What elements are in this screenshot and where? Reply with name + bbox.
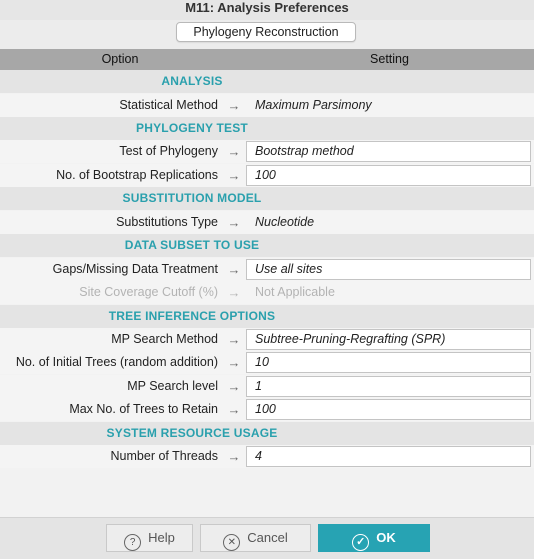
option-label: Substitutions Type xyxy=(116,214,218,229)
help-button[interactable]: ? Help xyxy=(106,524,193,552)
option-label: MP Search Method xyxy=(111,331,218,346)
setting-value: Not Applicable xyxy=(255,285,335,299)
arrow-right-icon: → xyxy=(227,261,241,277)
option-label: Gaps/Missing Data Treatment xyxy=(52,261,218,276)
option-label: No. of Bootstrap Replications xyxy=(56,167,218,182)
option-row: Gaps/Missing Data Treatment → Use all site… xyxy=(0,257,534,281)
cancel-button-label: Cancel xyxy=(247,530,288,545)
option-row: Max No. of Trees to Retain → 100 xyxy=(0,398,534,422)
setting-value: Nucleotide xyxy=(255,214,315,229)
help-icon: ? xyxy=(124,534,142,551)
option-row: No. of Bootstrap Replications → 100 xyxy=(0,163,534,187)
option-label: Max No. of Trees to Retain xyxy=(69,402,218,417)
option-label: MP Search level xyxy=(127,378,218,393)
setting-field[interactable]: 100 xyxy=(246,399,531,421)
option-row: Site Coverage Cutoff (%) → Not Applicable xyxy=(0,281,534,304)
tab-phylogeny-reconstruction[interactable]: Phylogeny Reconstruction xyxy=(176,22,356,42)
option-row: Number of Threads → 4 xyxy=(0,445,534,469)
option-row: Statistical Method → Maximum Parsimony xyxy=(0,93,534,117)
section-header: PHYLOGENY TEST xyxy=(0,116,534,140)
option-row: Substitutions Type → Nucleotide xyxy=(0,210,534,234)
arrow-right-icon: → xyxy=(227,214,241,230)
setting-value: Subtree-Pruning-Regrafting (SPR) xyxy=(255,331,446,346)
checkmark-icon: ✓ xyxy=(352,534,370,551)
dialog-footer: ? Help ✕ Cancel ✓ OK xyxy=(0,517,534,559)
option-row: Test of Phylogeny → Bootstrap method xyxy=(0,140,534,164)
section-label: SYSTEM RESOURCE USAGE xyxy=(106,425,278,440)
option-row: No. of Initial Trees (random addition) → 1… xyxy=(0,351,534,375)
setting-value: Bootstrap method xyxy=(255,144,354,159)
option-label: Number of Threads xyxy=(110,449,218,464)
section-label: PHYLOGENY TEST xyxy=(136,120,248,135)
setting-field[interactable]: 10 xyxy=(246,352,531,374)
ok-button-label: OK xyxy=(376,530,396,545)
section-label: ANALYSIS xyxy=(161,74,223,88)
setting-field[interactable]: Subtree-Pruning-Regrafting (SPR) xyxy=(246,328,531,350)
option-label: Statistical Method xyxy=(119,97,218,112)
arrow-right-icon: → xyxy=(227,402,241,418)
help-button-label: Help xyxy=(148,530,175,545)
setting-column-header: Setting xyxy=(370,52,409,66)
option-column-header: Option xyxy=(101,52,139,66)
option-label: Test of Phylogeny xyxy=(119,144,218,159)
section-header: SUBSTITUTION MODEL xyxy=(0,187,534,211)
section-label: DATA SUBSET TO USE xyxy=(124,238,260,253)
ok-button[interactable]: ✓ OK xyxy=(318,524,430,552)
option-row: MP Search level → 1 xyxy=(0,374,534,398)
cancel-icon: ✕ xyxy=(223,534,241,551)
option-label: No. of Initial Trees (random addition) xyxy=(15,355,218,370)
setting-value: 100 xyxy=(255,402,276,417)
setting-value: Maximum Parsimony xyxy=(255,97,372,112)
arrow-right-icon: → xyxy=(227,378,241,394)
section-header: DATA SUBSET TO USE xyxy=(0,234,534,258)
arrow-right-icon: → xyxy=(227,144,241,160)
section-label: SUBSTITUTION MODEL xyxy=(122,191,262,206)
setting-field[interactable]: Bootstrap method xyxy=(246,141,531,163)
arrow-right-icon: → xyxy=(227,355,241,371)
cancel-button[interactable]: ✕ Cancel xyxy=(200,524,311,552)
window-title: M11: Analysis Preferences xyxy=(0,0,534,20)
setting-field[interactable]: Use all sites xyxy=(246,258,531,280)
setting-value: 10 xyxy=(255,355,269,370)
setting-field[interactable]: 4 xyxy=(246,446,531,468)
arrow-right-icon: → xyxy=(227,167,241,183)
arrow-right-icon: → xyxy=(227,331,241,347)
option-row: MP Search Method → Subtree-Pruning-Regraft… xyxy=(0,327,534,351)
arrow-right-icon: → xyxy=(227,285,241,300)
setting-field[interactable]: 100 xyxy=(246,164,531,186)
arrow-right-icon: → xyxy=(227,97,241,113)
section-header: SYSTEM RESOURCE USAGE xyxy=(0,421,534,445)
setting-field[interactable]: 1 xyxy=(246,375,531,397)
table-header: Option Setting xyxy=(0,49,534,70)
section-header: TREE INFERENCE OPTIONS xyxy=(0,304,534,328)
arrow-right-icon: → xyxy=(227,449,241,465)
section-label: TREE INFERENCE OPTIONS xyxy=(108,308,276,323)
setting-value: Use all sites xyxy=(255,261,323,276)
setting-value: 1 xyxy=(255,378,262,393)
tab-bar: Phylogeny Reconstruction xyxy=(0,20,534,46)
preferences-table: Option Setting ANALYSIS Statistical Metho… xyxy=(0,49,534,517)
setting-value: 4 xyxy=(255,449,262,464)
section-header: ANALYSIS xyxy=(0,70,534,93)
setting-value: 100 xyxy=(255,167,276,182)
option-label: Site Coverage Cutoff (%) xyxy=(79,285,218,299)
